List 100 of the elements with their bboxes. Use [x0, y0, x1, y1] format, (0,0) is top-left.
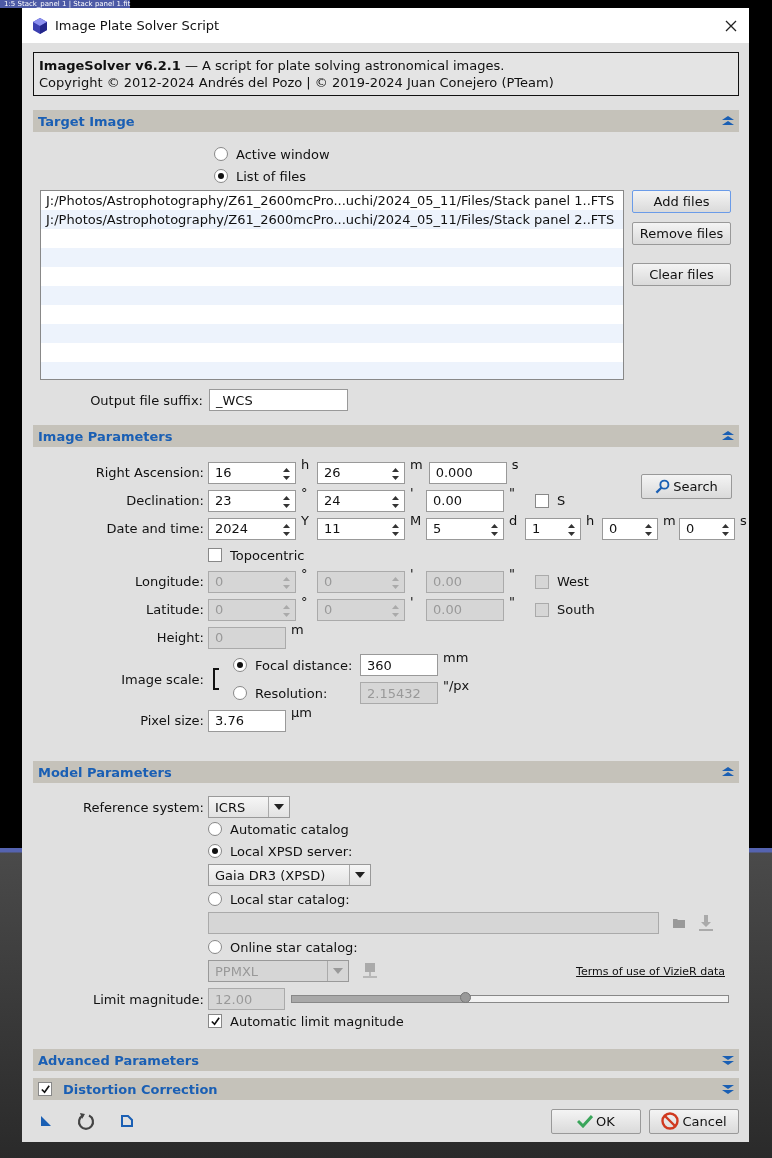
copyright-text: Copyright © 2012-2024 Andrés del Pozo | © 2019-2024 Juan Conejero (PTeam): [39, 74, 555, 91]
unit-label: °: [300, 566, 309, 581]
spin-box[interactable]: 1: [525, 517, 581, 540]
unit-label: m: [290, 622, 305, 637]
spin-box[interactable]: 0: [679, 517, 735, 540]
stepper-arrows-icon[interactable]: [282, 494, 291, 509]
stepper-arrows-icon[interactable]: [567, 522, 576, 537]
unit-label: µm: [290, 705, 313, 720]
double-chevron-icon[interactable]: [722, 767, 734, 777]
section-header[interactable]: Image Parameters: [33, 425, 739, 447]
reset-icon[interactable]: [77, 1112, 95, 1130]
radio-button[interactable]: [214, 169, 228, 183]
dropdown-arrow-icon: [274, 804, 284, 810]
checkbox[interactable]: [38, 1082, 52, 1096]
unit-label: ": [508, 485, 516, 500]
stepper-arrows-icon[interactable]: [391, 466, 400, 481]
unit-label: mm: [442, 650, 470, 665]
catalog-path-field[interactable]: [208, 912, 659, 934]
catalog-dropdown[interactable]: Gaia DR3 (XPSD): [208, 864, 371, 886]
unit-label: ': [409, 566, 415, 581]
file-list-item[interactable]: J:/Photos/Astrophotography/Z61_2600mcPro...uchi/2024_05_11/Files/Stack panel 2..FTS: [41, 210, 623, 229]
section-header[interactable]: Advanced Parameters: [33, 1049, 739, 1071]
radio-button[interactable]: [208, 844, 222, 858]
radio-button[interactable]: [208, 822, 222, 836]
section-header[interactable]: Model Parameters: [33, 761, 739, 783]
ok-button[interactable]: OK: [551, 1108, 641, 1134]
unit-label: °: [300, 594, 309, 609]
radio-button[interactable]: [214, 147, 228, 161]
pixel-size-field[interactable]: 3.76: [208, 709, 286, 732]
unit-label: s: [739, 513, 748, 528]
document-icon[interactable]: [121, 1115, 133, 1127]
double-chevron-icon[interactable]: [722, 116, 734, 126]
radio-button[interactable]: [233, 686, 247, 700]
radio-label: Active window: [236, 146, 330, 162]
suffix-field[interactable]: _WCS: [209, 389, 348, 411]
number-field[interactable]: 0.00: [426, 489, 504, 512]
close-icon[interactable]: [725, 19, 737, 32]
stepper-arrows-icon[interactable]: [391, 494, 400, 509]
double-chevron-icon[interactable]: [722, 1055, 734, 1065]
stepper-arrows-icon[interactable]: [721, 522, 730, 537]
checkbox[interactable]: [208, 548, 222, 562]
radio-label: Local star catalog:: [230, 891, 350, 907]
checkbox-label: S: [557, 493, 566, 508]
cancel-button[interactable]: Cancel: [649, 1108, 739, 1134]
bracket-icon: [213, 668, 219, 690]
spin-box[interactable]: 0: [602, 517, 658, 540]
reference-system-dropdown[interactable]: ICRS: [208, 796, 290, 818]
file-button[interactable]: Clear files: [632, 263, 731, 286]
file-button[interactable]: Remove files: [632, 222, 731, 245]
checkbox[interactable]: [208, 1014, 222, 1028]
spin-box[interactable]: 26: [317, 461, 405, 484]
unit-label: "/px: [442, 678, 471, 693]
spin-box[interactable]: 2024: [208, 517, 296, 540]
radio-label: List of files: [236, 168, 307, 184]
corner-triangle-icon[interactable]: [41, 1116, 51, 1126]
unit-label: h: [585, 513, 596, 528]
spin-box[interactable]: 5: [426, 517, 504, 540]
dropdown-arrow-icon: [355, 872, 365, 878]
field-label: Latitude:: [145, 602, 205, 617]
unit-label: ": [508, 566, 516, 581]
script-description: ImageSolver v6.2.1 — A script for plate solving astronomical images.: [39, 57, 506, 74]
file-button[interactable]: Add files: [632, 190, 731, 213]
stepper-arrows-icon[interactable]: [391, 522, 400, 537]
slider-track[interactable]: [291, 995, 729, 1003]
radio-button[interactable]: [233, 658, 247, 672]
double-chevron-icon[interactable]: [722, 1084, 734, 1094]
double-chevron-icon[interactable]: [722, 431, 734, 441]
stepper-arrows-icon[interactable]: [490, 522, 499, 537]
file-list[interactable]: J:/Photos/Astrophotography/Z61_2600mcPro...uchi/2024_05_11/Files/Stack panel 1..FTS J:/Photos/Astrophotography/Z61_2600mcPro...uchi/2024_05_11/Files/Stack panel 2..FTS: [40, 190, 624, 380]
field-label: Right Ascension:: [94, 465, 205, 480]
search-button[interactable]: Search: [641, 474, 732, 499]
number-field[interactable]: 360: [360, 654, 438, 676]
spin-box[interactable]: 16: [208, 461, 296, 484]
cube-logo-icon: [33, 17, 47, 34]
terms-link[interactable]: Terms of use of VizieR data: [576, 964, 725, 978]
spin-box[interactable]: 11: [317, 517, 405, 540]
stepper-arrows-icon[interactable]: [644, 522, 653, 537]
field-label: Output file suffix:: [89, 392, 203, 408]
radio-button[interactable]: [208, 892, 222, 906]
spin-box[interactable]: 24: [317, 489, 405, 512]
radio-button[interactable]: [208, 940, 222, 954]
stepper-arrows-icon[interactable]: [282, 522, 291, 537]
spin-box[interactable]: 23: [208, 489, 296, 512]
unit-label: h: [300, 457, 311, 472]
checkbox[interactable]: [535, 493, 549, 508]
checkbox-label: South: [557, 602, 595, 617]
number-field[interactable]: 0.000: [428, 461, 507, 484]
unit-label: °: [300, 485, 309, 500]
folder-icon[interactable]: [673, 918, 685, 928]
section-header[interactable]: Target Image: [33, 110, 739, 132]
search-icon: [655, 479, 671, 494]
radio-label: Automatic catalog: [230, 821, 349, 837]
field-label: Declination:: [125, 493, 205, 508]
radio-label: Focal distance:: [255, 657, 354, 673]
radio-label: Resolution:: [255, 685, 329, 701]
section-header[interactable]: Distortion Correction: [33, 1078, 739, 1100]
checkbox-label: Automatic limit magnitude: [230, 1013, 404, 1029]
stepper-arrows-icon[interactable]: [282, 466, 291, 481]
unit-label: s: [510, 457, 520, 472]
section-title: Distortion Correction: [63, 1081, 218, 1097]
